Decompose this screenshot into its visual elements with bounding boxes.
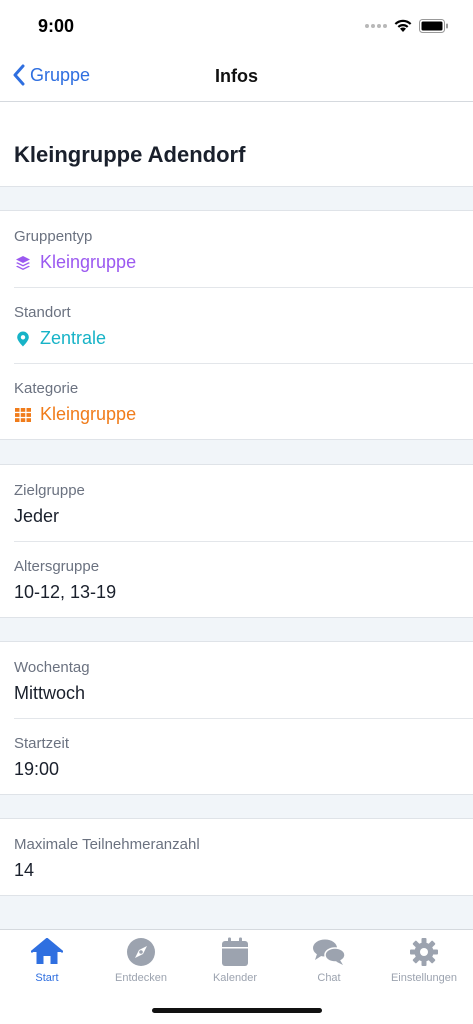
- home-indicator: [152, 1008, 322, 1013]
- tab-label: Kalender: [212, 972, 258, 984]
- tab-start[interactable]: Start: [0, 936, 94, 984]
- layers-icon: [14, 254, 32, 272]
- info-row-standort: Standort Zentrale: [0, 287, 473, 363]
- info-row-max-participants: Maximale Teilnehmeranzahl 14: [0, 819, 473, 895]
- info-label: Kategorie: [14, 380, 79, 397]
- navigation-bar: Gruppe Infos: [0, 54, 473, 102]
- group-classification-section: Gruppentyp Kleingruppe Standort Zentrale: [0, 210, 473, 440]
- gear-icon: [410, 938, 438, 966]
- info-row-zielgruppe: Zielgruppe Jeder: [0, 465, 473, 541]
- wifi-icon: [394, 19, 412, 32]
- page-title: Infos: [215, 66, 258, 86]
- info-row-kategorie: Kategorie Kleingruppe: [0, 363, 473, 439]
- schedule-section: Wochentag Mittwoch Startzeit 19:00: [0, 641, 473, 795]
- tab-einstellungen[interactable]: Einstellungen: [377, 936, 471, 984]
- info-value: Kleingruppe: [40, 404, 137, 424]
- tab-entdecken[interactable]: Entdecken: [94, 936, 188, 984]
- tab-label: Chat: [317, 972, 341, 984]
- info-value: Jeder: [14, 506, 60, 526]
- tab-label: Entdecken: [115, 972, 167, 984]
- info-label: Zielgruppe: [14, 482, 85, 499]
- status-indicators: [365, 18, 449, 33]
- grid-icon: [14, 406, 32, 424]
- info-value: 19:00: [14, 759, 60, 779]
- info-label: Maximale Teilnehmeranzahl: [14, 836, 200, 853]
- capacity-section: Maximale Teilnehmeranzahl 14: [0, 818, 473, 896]
- info-value: Zentrale: [40, 328, 107, 348]
- home-icon: [31, 938, 63, 964]
- compass-icon: [127, 938, 155, 966]
- info-value: Kleingruppe: [40, 252, 137, 272]
- audience-section: Zielgruppe Jeder Altersgruppe 10-12, 13-…: [0, 464, 473, 618]
- info-label: Standort: [14, 304, 71, 321]
- info-row-altersgruppe: Altersgruppe 10-12, 13-19: [0, 541, 473, 617]
- info-row-gruppentyp: Gruppentyp Kleingruppe: [0, 211, 473, 287]
- info-value: 10-12, 13-19: [14, 582, 117, 602]
- info-label: Gruppentyp: [14, 228, 93, 245]
- map-pin-icon: [14, 330, 32, 348]
- info-label: Startzeit: [14, 735, 70, 752]
- info-value: 14: [14, 860, 35, 880]
- status-time: 9:00: [38, 16, 75, 36]
- location-value[interactable]: Zentrale: [14, 328, 106, 349]
- tab-label: Einstellungen: [390, 972, 458, 984]
- info-label: Altersgruppe: [14, 558, 100, 575]
- calendar-icon: [222, 937, 248, 966]
- category-value[interactable]: Kleingruppe: [14, 404, 136, 425]
- chat-icon: [313, 939, 346, 965]
- battery-icon: [419, 18, 448, 33]
- tab-kalender[interactable]: Kalender: [188, 936, 282, 984]
- info-row-wochentag: Wochentag Mittwoch: [0, 642, 473, 718]
- status-bar: 9:00: [0, 0, 473, 54]
- cellular-signal-icon: [365, 23, 387, 28]
- info-row-startzeit: Startzeit 19:00: [0, 718, 473, 794]
- group-header: Kleingruppe Adendorf: [0, 102, 473, 187]
- group-title: Kleingruppe Adendorf: [14, 142, 246, 167]
- info-label: Wochentag: [14, 659, 90, 676]
- info-value: Mittwoch: [14, 683, 86, 703]
- tab-label: Start: [35, 972, 59, 984]
- tab-chat[interactable]: Chat: [282, 936, 376, 984]
- group-type-value[interactable]: Kleingruppe: [14, 252, 136, 273]
